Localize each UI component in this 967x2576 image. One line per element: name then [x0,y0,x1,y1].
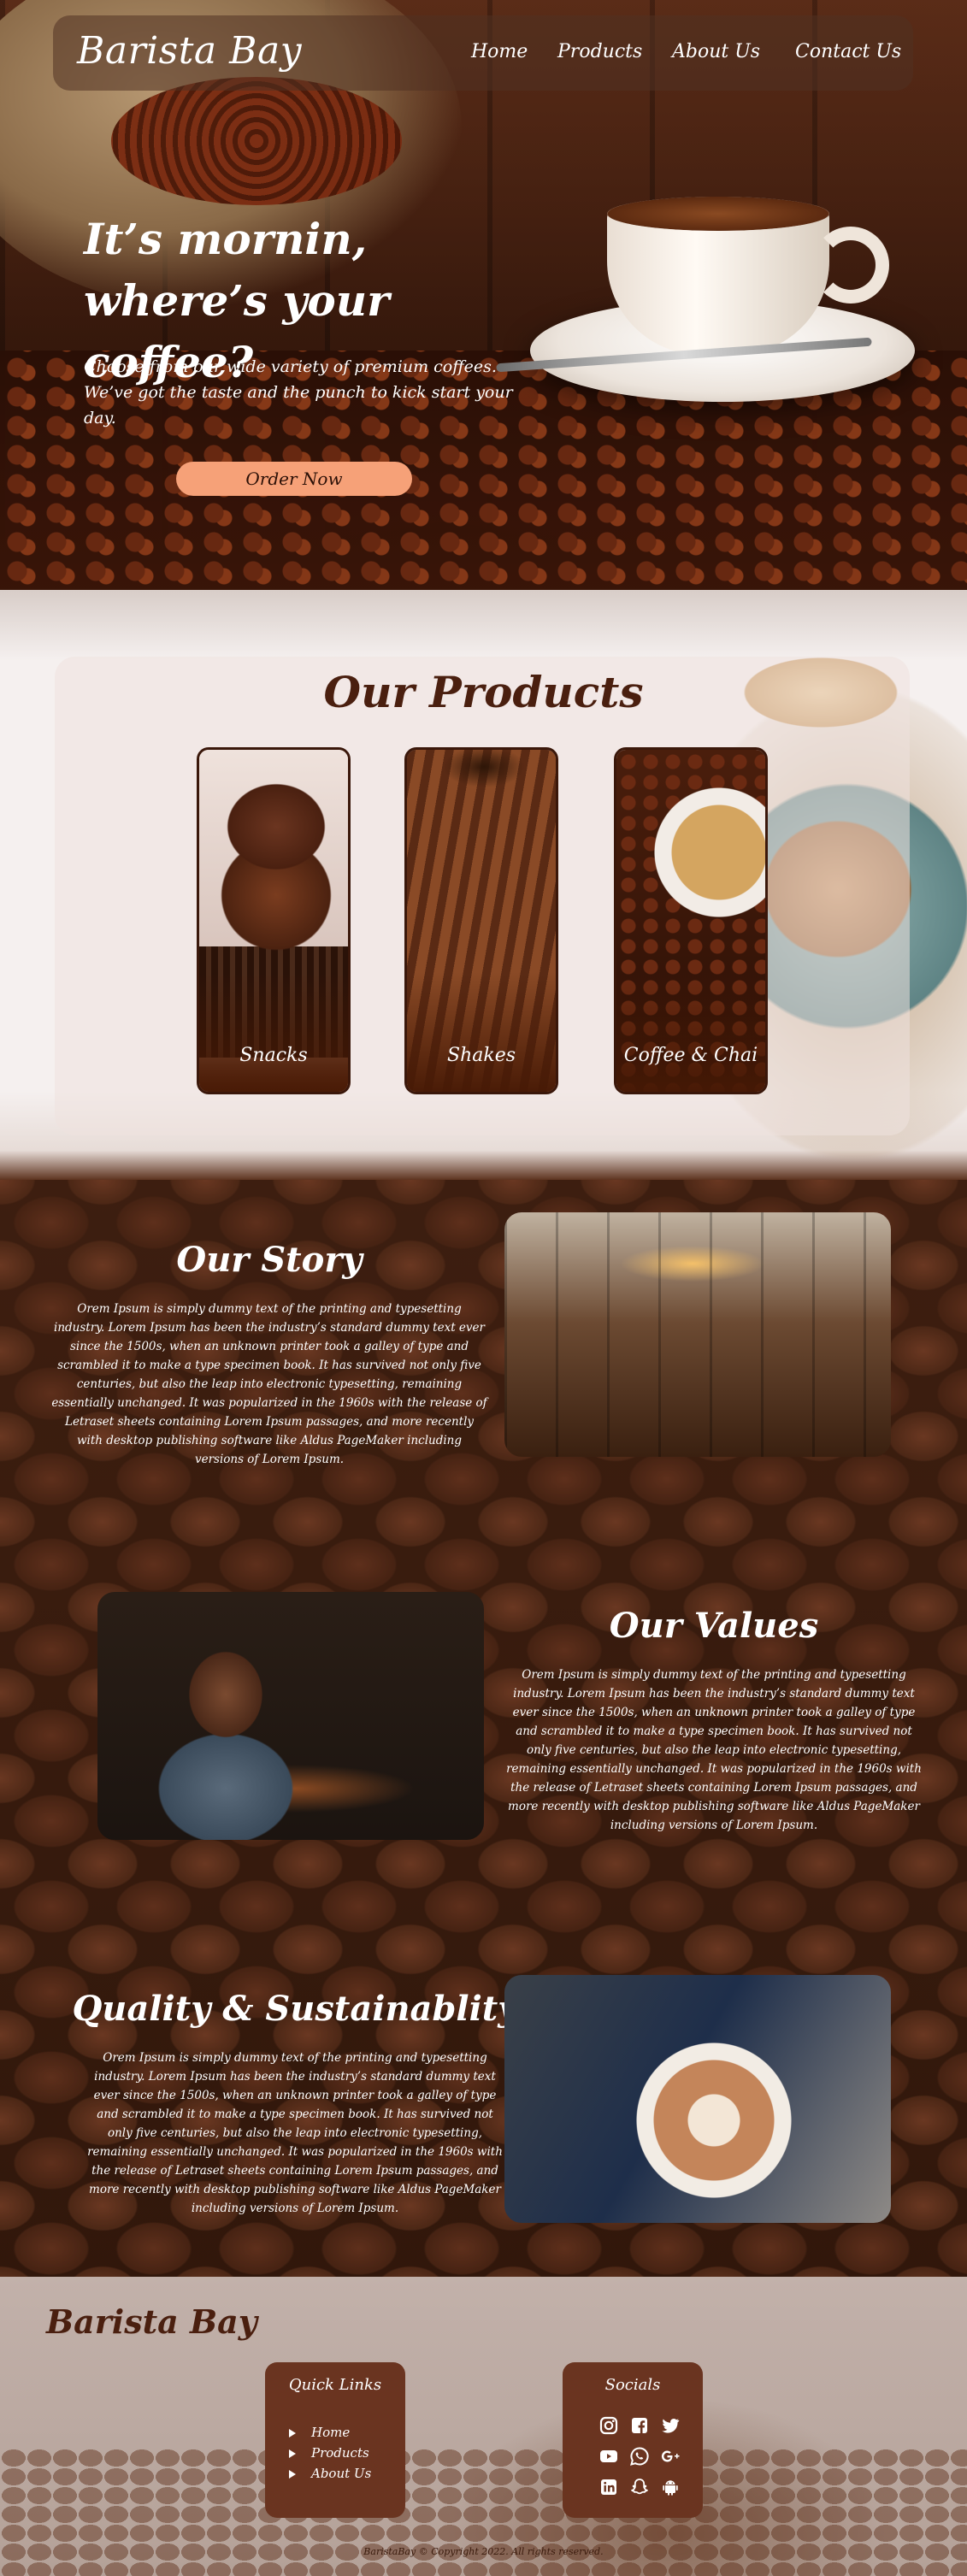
quality-title: Quality & Sustainablity [72,1989,518,2029]
product-card-shakes[interactable]: Shakes [404,747,558,1094]
brand-logo[interactable]: Barista Bay [77,29,302,73]
youtube-icon[interactable] [598,2446,619,2467]
quick-links-box: Quick Links Home Products About Us [265,2362,405,2518]
quick-links-title: Quick Links [288,2376,382,2394]
products-title: Our Products [323,667,644,717]
product-card-snacks[interactable]: Snacks [197,747,351,1094]
coffee-surface [607,197,829,231]
product-label: Snacks [239,1045,308,1066]
nav-home[interactable]: Home [471,41,528,62]
google-plus-icon[interactable] [660,2446,681,2467]
social-icons [598,2415,681,2497]
instagram-icon[interactable] [598,2415,619,2436]
order-now-button[interactable]: Order Now [176,462,412,496]
socials-title: Socials [604,2376,661,2394]
twitter-icon[interactable] [660,2415,681,2436]
quick-links-list: Home Products About Us [289,2422,371,2484]
our-values-text: Orem Ipsum is simply dummy text of the p… [506,1668,922,1832]
nav-products[interactable]: Products [557,41,642,62]
android-icon[interactable] [660,2477,681,2497]
cafe-interior-image [504,1212,891,1457]
linkedin-icon[interactable] [598,2477,619,2497]
facebook-icon[interactable] [629,2415,650,2436]
our-story-text: Orem Ipsum is simply dummy text of the p… [51,1302,487,1466]
woman-coffee-image [97,1592,484,1840]
product-label: Shakes [447,1045,516,1066]
nav-contact-us[interactable]: Contact Us [795,41,901,62]
socials-box: Socials [563,2362,703,2518]
product-label: Coffee & Chai [623,1045,758,1066]
whatsapp-icon[interactable] [629,2446,650,2467]
footer-link-home[interactable]: Home [289,2422,371,2443]
quality-text: Orem Ipsum is simply dummy text of the p… [87,2051,503,2215]
nav-about-us[interactable]: About Us [672,41,760,62]
footer-link-products[interactable]: Products [289,2443,371,2463]
our-values-title: Our Values [609,1606,819,1646]
our-story-title: Our Story [176,1240,363,1280]
footer-link-about-us[interactable]: About Us [289,2463,371,2484]
copyright-text: BaristaBay © Copyright 2022. All rights … [363,2546,604,2557]
footer-brand[interactable]: Barista Bay [46,2302,257,2341]
snapchat-icon[interactable] [629,2477,650,2497]
product-card-coffee-chai[interactable]: Coffee & Chai [614,747,768,1094]
latte-art-image [504,1975,891,2223]
cup-handle [812,227,889,304]
sack-beans-image [111,77,402,205]
hero-text: Choose from our wide variety of premium … [84,357,513,427]
